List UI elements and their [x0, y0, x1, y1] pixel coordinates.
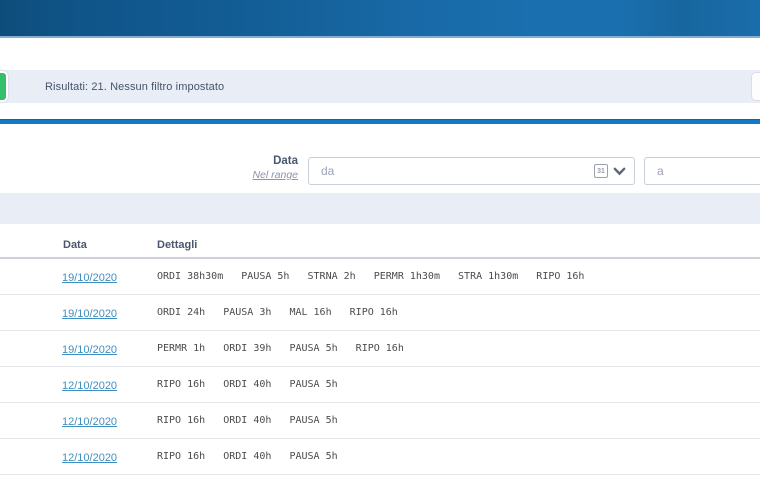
date-link[interactable]: 12/10/2020	[62, 380, 117, 392]
details-text: ORDI 24h PAUSA 3h MAL 16h RIPO 16h	[157, 307, 398, 318]
calendar-icon[interactable]: 31	[594, 164, 608, 178]
table-row: 12/10/2020 RIPO 16h ORDI 40h PAUSA 5h	[0, 439, 760, 475]
details-text: PERMR 1h ORDI 39h PAUSA 5h RIPO 16h	[157, 343, 404, 354]
table-row: 19/10/2020 ORDI 24h PAUSA 3h MAL 16h RIP…	[0, 295, 760, 331]
table-body: 19/10/2020 ORDI 38h30m PAUSA 5h STRNA 2h…	[0, 259, 760, 475]
chevron-down-icon[interactable]	[613, 167, 626, 176]
date-from-field[interactable]: 31	[308, 157, 635, 185]
column-header-dettagli: Dettagli	[157, 239, 197, 251]
success-indicator-icon	[0, 71, 8, 102]
nel-range-link[interactable]: Nel range	[158, 169, 298, 181]
table-row: 19/10/2020 PERMR 1h ORDI 39h PAUSA 5h RI…	[0, 331, 760, 367]
date-to-input[interactable]	[657, 164, 760, 178]
date-link[interactable]: 19/10/2020	[62, 344, 117, 356]
page: Risultati: 21. Nessun filtro impostato D…	[0, 0, 760, 480]
section-divider	[0, 119, 760, 124]
table-row: 19/10/2020 ORDI 38h30m PAUSA 5h STRNA 2h…	[0, 259, 760, 295]
details-text: RIPO 16h ORDI 40h PAUSA 5h	[157, 451, 338, 462]
details-text: ORDI 38h30m PAUSA 5h STRNA 2h PERMR 1h30…	[157, 271, 584, 282]
filter-label-data: Data	[158, 155, 298, 167]
results-banner: Risultati: 21. Nessun filtro impostato	[0, 70, 760, 103]
table-header-row: Data Dettagli	[0, 233, 760, 259]
results-text: Risultati: 21. Nessun filtro impostato	[45, 81, 224, 93]
table-row: 12/10/2020 RIPO 16h ORDI 40h PAUSA 5h	[0, 403, 760, 439]
date-from-input[interactable]	[321, 164, 594, 178]
date-link[interactable]: 12/10/2020	[62, 452, 117, 464]
date-link[interactable]: 12/10/2020	[62, 416, 117, 428]
collapsed-side-button[interactable]	[751, 72, 760, 101]
date-to-field[interactable]	[644, 157, 760, 185]
table-filter-band	[0, 193, 760, 224]
table-row: 12/10/2020 RIPO 16h ORDI 40h PAUSA 5h	[0, 367, 760, 403]
column-header-data: Data	[63, 239, 157, 251]
date-link[interactable]: 19/10/2020	[62, 272, 117, 284]
date-link[interactable]: 19/10/2020	[62, 308, 117, 320]
details-text: RIPO 16h ORDI 40h PAUSA 5h	[157, 415, 338, 426]
top-navigation-bar	[0, 0, 760, 38]
details-text: RIPO 16h ORDI 40h PAUSA 5h	[157, 379, 338, 390]
